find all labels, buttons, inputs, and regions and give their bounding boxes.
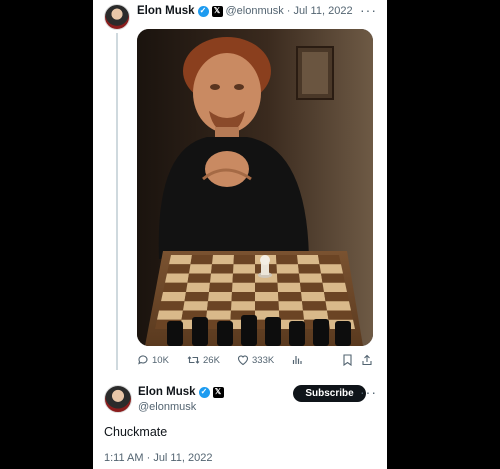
chess-square — [301, 292, 326, 302]
author-handle[interactable]: @elonmusk — [226, 5, 284, 17]
chess-square — [299, 273, 323, 283]
share-button[interactable] — [361, 354, 373, 366]
chess-square — [278, 292, 302, 302]
retweet-icon — [187, 356, 200, 364]
date-separator: · — [286, 5, 291, 17]
chess-square — [210, 273, 233, 283]
quote-header: Elon Musk ✓ 𝕏 — [138, 386, 224, 398]
author-name[interactable]: Elon Musk — [138, 386, 196, 398]
chess-square — [255, 301, 279, 311]
subscribe-button[interactable]: Subscribe — [293, 385, 366, 402]
chess-square — [233, 264, 255, 274]
retweet-count: 26K — [203, 354, 220, 366]
like-icon — [237, 355, 249, 366]
tweet-image[interactable] — [137, 29, 373, 346]
more-icon[interactable]: ··· — [360, 3, 377, 17]
chess-square — [165, 273, 189, 283]
avatar[interactable] — [104, 385, 132, 413]
like-button[interactable]: 333K — [237, 354, 274, 366]
chess-square — [211, 264, 234, 274]
chess-square — [279, 310, 304, 320]
chess-square — [207, 301, 232, 311]
chess-square — [184, 292, 209, 302]
chess-square — [322, 282, 347, 292]
chess-square — [161, 292, 186, 302]
tweet-card: Elon Musk ✓ 𝕏 @elonmusk · Jul 11, 2022 ·… — [93, 0, 387, 469]
views-button[interactable] — [292, 354, 303, 365]
chess-square — [163, 282, 188, 292]
chess-square — [159, 301, 185, 311]
chess-square — [298, 264, 321, 274]
chess-square — [232, 282, 255, 292]
chess-square — [300, 282, 324, 292]
chess-square — [327, 310, 353, 320]
retweet-button[interactable]: 26K — [187, 354, 220, 366]
chess-square — [233, 255, 255, 265]
chess-square — [231, 301, 255, 311]
x-logo-icon: 𝕏 — [211, 5, 223, 17]
chess-square — [187, 273, 211, 283]
author-name[interactable]: Elon Musk — [137, 5, 195, 17]
chess-square — [157, 310, 183, 320]
bookmark-button[interactable] — [342, 354, 353, 366]
chess-square — [303, 310, 329, 320]
chess-square — [276, 264, 299, 274]
chess-square — [302, 301, 327, 311]
thread-line — [116, 33, 118, 370]
tweet-date[interactable]: Jul 11, 2022 — [293, 5, 352, 17]
chess-square — [209, 282, 233, 292]
author-handle[interactable]: @elonmusk — [138, 401, 196, 413]
tweet-timestamp[interactable]: 1:11 AM · Jul 11, 2022 — [104, 452, 212, 464]
chess-photo — [137, 29, 373, 346]
reply-button[interactable]: 10K — [137, 354, 169, 366]
chess-square — [167, 264, 191, 274]
chess-square — [277, 282, 301, 292]
chess-square — [183, 301, 208, 311]
reply-icon — [138, 355, 148, 365]
chess-square — [278, 301, 303, 311]
chess-square — [189, 264, 212, 274]
share-icon — [362, 354, 372, 366]
chess-square — [208, 292, 232, 302]
chess-square — [318, 255, 341, 265]
chess-square — [186, 282, 210, 292]
more-icon[interactable]: ··· — [360, 385, 377, 399]
chess-square — [206, 310, 231, 320]
avatar[interactable] — [104, 4, 130, 30]
chess-square — [297, 255, 320, 265]
like-count: 333K — [252, 354, 275, 366]
chess-square — [324, 292, 349, 302]
verified-badge-icon: ✓ — [198, 386, 210, 398]
reply-count: 10K — [152, 354, 169, 366]
chess-square — [325, 301, 351, 311]
views-icon — [292, 356, 302, 364]
chess-square — [277, 273, 300, 283]
tweet-header: Elon Musk ✓ 𝕏 @elonmusk · Jul 11, 2022 — [137, 4, 353, 18]
chess-square — [232, 273, 255, 283]
chess-square — [319, 264, 343, 274]
chess-square — [255, 292, 279, 302]
chess-square — [212, 255, 234, 265]
x-logo-icon: 𝕏 — [212, 386, 224, 398]
chess-square — [169, 255, 192, 265]
chess-square — [321, 273, 345, 283]
bookmark-icon — [343, 354, 352, 366]
chess-square — [190, 255, 213, 265]
action-bar: 10K 26K 333K — [137, 354, 377, 370]
verified-badge-icon: ✓ — [197, 5, 209, 17]
chess-square — [255, 282, 278, 292]
tweet-text: Chuckmate — [104, 425, 168, 439]
chess-square — [231, 292, 255, 302]
chess-square — [276, 255, 298, 265]
